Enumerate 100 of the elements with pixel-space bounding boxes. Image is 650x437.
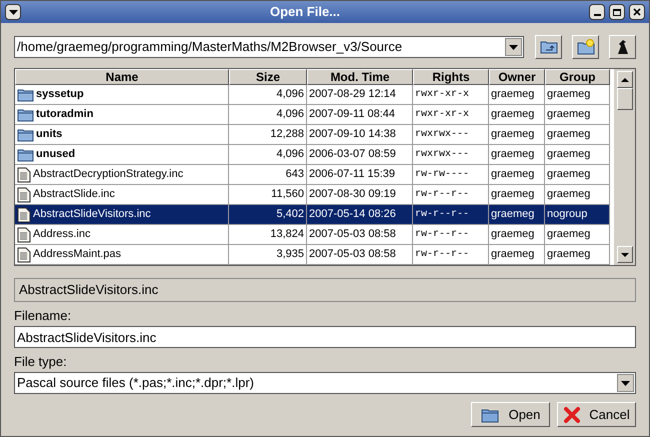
table-cell-text: rw-rw---- — [415, 168, 470, 182]
maximize-icon — [613, 8, 621, 16]
cancel-button[interactable]: Cancel — [557, 402, 636, 427]
table-cell-text: 4,096 — [275, 147, 304, 162]
table-cell-text: graemeg — [491, 167, 536, 182]
table-cell-text: 2007-08-29 12:14 — [309, 87, 397, 102]
column-header[interactable]: Owner — [489, 69, 545, 85]
table-cell-text: graemeg — [491, 127, 536, 142]
table-cell-text: rwxr-xr-x — [415, 108, 470, 122]
table-cell-text: units — [36, 127, 64, 142]
column-header[interactable]: Mod. Time — [307, 69, 413, 85]
table-cell-text: 12,288 — [269, 127, 304, 142]
table-cell-text: 2006-07-11 15:39 — [309, 167, 396, 182]
path-combo[interactable]: /home/graemeg/programming/MasterMaths/M2Browser_v3/Source — [14, 36, 524, 58]
window-menu-button[interactable] — [5, 4, 21, 20]
folder-up-icon — [540, 40, 558, 54]
file-type-text: Pascal source files (*.pas;*.inc;*.dpr;*.lpr) — [17, 374, 255, 392]
file-row[interactable]: AbstractSlide.inc 11,560 2007-08-30 09:19 rw-r--r-- graemeg graemeg — [15, 185, 610, 205]
table-cell-text: tutoradmin — [36, 107, 94, 122]
table-cell-text: rw-r--r-- — [415, 208, 470, 222]
table-cell-text: graemeg — [491, 187, 536, 202]
table-cell-text: 13,824 — [269, 227, 304, 242]
file-type-combo[interactable]: Pascal source files (*.pas;*.inc;*.dpr;*.lpr) — [14, 372, 636, 394]
table-cell-text: graemeg — [547, 107, 592, 122]
folder-icon — [17, 108, 34, 122]
figure-icon — [616, 39, 628, 55]
table-cell-text: 2007-09-11 08:44 — [309, 107, 396, 122]
table-cell-text: 3,935 — [275, 247, 304, 262]
column-header[interactable]: Group — [545, 69, 610, 85]
table-cell-text: rw-r--r-- — [415, 248, 470, 262]
scroll-up-button[interactable] — [617, 71, 633, 88]
file-row[interactable]: unused 4,096 2006-03-07 08:59 rwxrwx--- graemeg graemeg — [15, 145, 610, 165]
table-cell-text: graemeg — [491, 87, 536, 102]
close-icon — [633, 8, 641, 16]
minimize-button[interactable] — [589, 4, 605, 20]
minimize-icon — [594, 14, 600, 16]
open-button[interactable]: Open — [471, 402, 550, 427]
file-row[interactable]: AbstractSlideVisitors.inc 5,402 2007-05-14 08:26 rw-r--r-- graemeg nogroup — [15, 205, 610, 225]
file-row[interactable]: units 12,288 2007-09-10 14:38 rwxrwx--- graemeg graemeg — [15, 125, 610, 145]
dropdown-button[interactable] — [617, 374, 634, 392]
scroll-thumb[interactable] — [617, 88, 633, 110]
maximize-button[interactable] — [609, 4, 625, 20]
table-cell-text: rwxr-xr-x — [415, 88, 470, 102]
table-cell-text: nogroup — [547, 207, 588, 222]
table-cell-text: AbstractSlide.inc — [33, 187, 116, 202]
table-cell-text: 4,096 — [275, 107, 304, 122]
table-cell-text: graemeg — [491, 147, 536, 162]
column-header[interactable]: Rights — [413, 69, 489, 85]
file-row[interactable]: AddressMaint.pas 3,935 2007-05-03 08:58 rw-r--r-- graemeg graemeg — [15, 245, 610, 265]
document-icon — [17, 166, 31, 182]
table-cell-text: graemeg — [547, 187, 592, 202]
parent-folder-button[interactable] — [535, 35, 562, 59]
table-cell-text: 2007-05-03 08:58 — [309, 227, 397, 242]
table-cell-text: 11,560 — [270, 187, 304, 202]
file-row[interactable]: syssetup 4,096 2007-08-29 12:14 rwxr-xr-x graemeg graemeg — [15, 85, 610, 105]
filename-field[interactable]: AbstractSlideVisitors.inc — [14, 326, 636, 348]
table-cell-text: 4,096 — [275, 87, 304, 102]
folder-icon — [17, 88, 34, 102]
table-cell-text: 2006-03-07 08:59 — [309, 147, 397, 162]
column-header[interactable]: Name — [15, 69, 229, 85]
file-type-label: File type: — [14, 354, 68, 370]
table-cell-text: rwxrwx--- — [415, 148, 470, 162]
table-cell-text: graemeg — [547, 87, 592, 102]
table-cell-text: graemeg — [491, 247, 536, 262]
filename-label: Filename: — [14, 308, 72, 324]
home-button[interactable] — [609, 35, 636, 59]
table-cell-text: rwxrwx--- — [415, 128, 470, 142]
scroll-down-button[interactable] — [617, 246, 633, 263]
file-row[interactable]: tutoradmin 4,096 2007-09-11 08:44 rwxr-xr-x graemeg graemeg — [15, 105, 610, 125]
table-cell-text: graemeg — [547, 247, 592, 262]
scrollbar[interactable] — [614, 69, 635, 265]
table-cell-text: AbstractSlideVisitors.inc — [33, 207, 152, 222]
table-cell-text: graemeg — [547, 147, 592, 162]
caret-icon — [509, 44, 518, 50]
table-cell-text: graemeg — [547, 227, 592, 242]
up-arrow-icon — [621, 78, 629, 82]
table-cell-text: 5,402 — [275, 207, 304, 222]
file-row[interactable]: Address.inc 13,824 2007-05-03 08:58 rw-r--r-- graemeg graemeg — [15, 225, 610, 245]
table-cell-text: graemeg — [491, 107, 536, 122]
table-cell-text: graemeg — [491, 207, 536, 222]
file-row[interactable]: AbstractDecryptionStrategy.inc 643 2006-07-11 15:39 rw-rw---- graemeg graemeg — [15, 165, 610, 185]
table-cell-text: Address.inc — [33, 227, 92, 242]
close-button[interactable] — [629, 4, 645, 20]
table-cell-text: rw-r--r-- — [415, 228, 470, 242]
table-cell-text: 643 — [284, 167, 304, 182]
table-cell-text: 2007-09-10 14:38 — [309, 127, 397, 142]
down-arrow-icon — [621, 252, 629, 256]
table-cell-text: AddressMaint.pas — [33, 247, 122, 262]
table-cell-text: syssetup — [36, 87, 85, 102]
table-cell-text: graemeg — [547, 127, 592, 142]
document-icon — [17, 206, 31, 222]
folder-icon — [17, 148, 34, 162]
new-folder-icon — [576, 39, 594, 55]
new-folder-button[interactable] — [572, 35, 599, 59]
column-header[interactable]: Size — [229, 69, 307, 85]
document-icon — [17, 186, 31, 202]
status-text: AbstractSlideVisitors.inc — [19, 281, 158, 300]
table-cell-text: 2007-08-30 09:19 — [309, 187, 397, 202]
dropdown-button[interactable] — [505, 38, 522, 56]
folder-icon — [480, 406, 501, 422]
